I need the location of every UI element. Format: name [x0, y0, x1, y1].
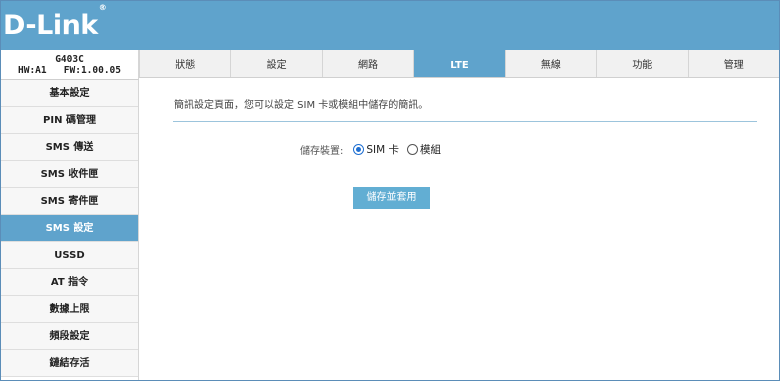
tab-network[interactable]: 網路: [321, 50, 414, 77]
storage-device-label: 儲存裝置:: [300, 146, 344, 157]
dlink-logo: D-Link®: [3, 3, 107, 41]
sim-card-radio[interactable]: [353, 144, 365, 155]
sidebar: 基本設定 PIN 碼管理 SMS 傳送 SMS 收件匣 SMS 寄件匣 SMS …: [1, 80, 139, 380]
sidebar-item-sms-outbox[interactable]: SMS 寄件匣: [1, 188, 138, 215]
sidebar-item-ussd[interactable]: USSD: [1, 242, 138, 269]
storage-device-row: 儲存裝置: SIM 卡 模組: [300, 142, 449, 157]
sim-card-label[interactable]: SIM 卡: [366, 142, 399, 157]
main-content: 簡訊設定頁面，您可以設定 SIM 卡或模組中儲存的簡訊。 儲存裝置: SIM 卡…: [139, 78, 779, 380]
device-info: G403C HW:A1 FW:1.00.05: [1, 50, 139, 80]
sidebar-item-sms-inbox[interactable]: SMS 收件匣: [1, 161, 138, 188]
sidebar-item-data-limit[interactable]: 數據上限: [1, 296, 138, 323]
sidebar-item-band-settings[interactable]: 頻段設定: [1, 323, 138, 350]
divider: [173, 121, 757, 122]
sidebar-item-pin-management[interactable]: PIN 碼管理: [1, 107, 138, 134]
sidebar-item-sms-settings[interactable]: SMS 設定: [1, 215, 138, 242]
sidebar-item-link-keepalive[interactable]: 鏈結存活: [1, 350, 138, 377]
tab-wireless[interactable]: 無線: [504, 50, 597, 77]
sidebar-item-sms-send[interactable]: SMS 傳送: [1, 134, 138, 161]
app-frame: D-Link® G403C HW:A1 FW:1.00.05 狀態 設定 網路 …: [0, 0, 780, 381]
module-radio[interactable]: [407, 144, 419, 155]
module-label[interactable]: 模組: [420, 142, 441, 157]
sidebar-item-at-command[interactable]: AT 指令: [1, 269, 138, 296]
top-nav-tabs: 狀態 設定 網路 LTE 無線 功能 管理: [139, 50, 779, 78]
device-model: G403C: [55, 54, 84, 65]
tab-setup[interactable]: 設定: [230, 50, 322, 77]
tab-management[interactable]: 管理: [687, 50, 779, 77]
tab-features[interactable]: 功能: [596, 50, 688, 77]
page-description: 簡訊設定頁面，您可以設定 SIM 卡或模組中儲存的簡訊。: [174, 100, 429, 111]
device-versions: HW:A1 FW:1.00.05: [18, 65, 121, 76]
tab-lte[interactable]: LTE: [413, 50, 505, 77]
save-apply-button[interactable]: 儲存並套用: [353, 187, 430, 209]
tab-status[interactable]: 狀態: [139, 50, 231, 77]
header-bar: D-Link®: [1, 1, 779, 50]
sidebar-item-basic-settings[interactable]: 基本設定: [1, 80, 138, 107]
